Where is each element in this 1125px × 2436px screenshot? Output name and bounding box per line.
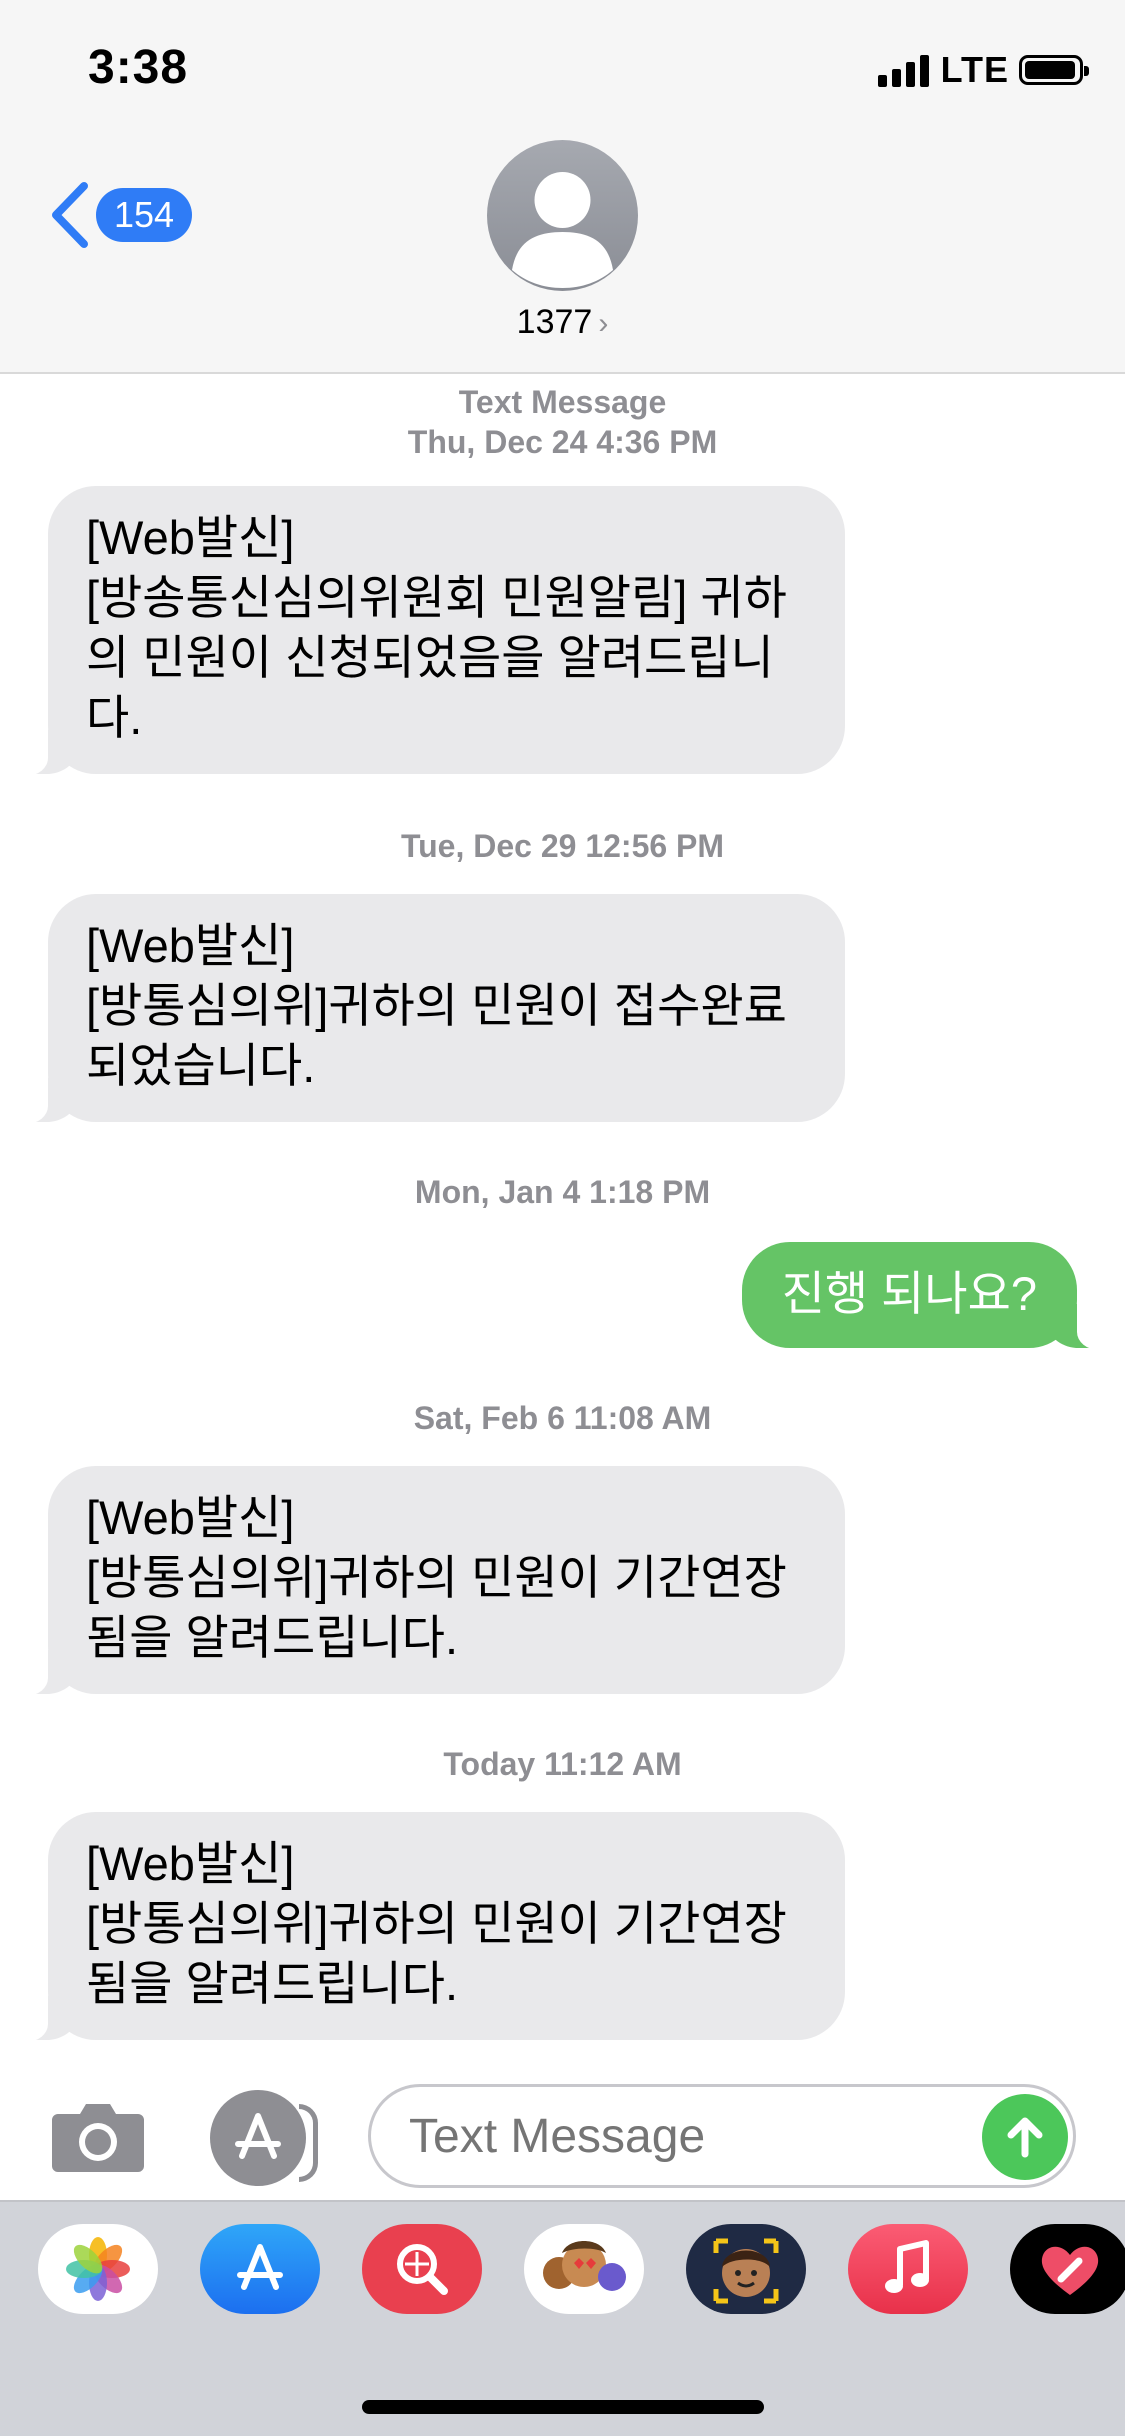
outgoing-message-bubble[interactable]: 진행 되나요? (741, 1242, 1108, 1350)
network-type: LTE (940, 49, 1009, 90)
app-store-icon[interactable] (200, 2224, 320, 2314)
photos-icon[interactable] (38, 2224, 158, 2314)
status-time: 3:38 (88, 41, 189, 94)
message-composer (0, 2070, 1125, 2200)
web-search-icon[interactable] (362, 2224, 482, 2314)
unread-count-badge: 154 (96, 188, 192, 242)
person-icon (512, 172, 613, 288)
app-store-button[interactable] (210, 2090, 318, 2186)
contact-name: 1377 (516, 303, 593, 341)
message-timestamp: Tue, Dec 29 12:56 PM (400, 828, 725, 864)
cellular-signal-icon (877, 53, 929, 87)
incoming-message-bubble[interactable]: [Web발신] [방통심의위]귀하의 민원이 기간연장 됨을 알려드립니다. (18, 1812, 845, 2042)
app-store-icon (235, 2113, 281, 2159)
camera-icon[interactable] (50, 2098, 146, 2174)
incoming-message-bubble[interactable]: [Web발신] [방통심의위]귀하의 민원이 접수완료 되었습니다. (18, 894, 845, 1124)
message-list[interactable]: Text Message Thu, Dec 24 4:36 PM [Web발신]… (0, 372, 1125, 2070)
contact-name-button[interactable]: 1377 › (0, 303, 1125, 342)
arrow-up-icon (1007, 2117, 1043, 2158)
message-timestamp: Today 11:12 AM (443, 1746, 682, 1782)
send-button[interactable] (982, 2094, 1068, 2180)
chevron-right-icon: › (598, 307, 609, 340)
status-indicators: LTE (877, 49, 1089, 90)
home-indicator[interactable] (362, 2400, 764, 2414)
message-timestamp: Sat, Feb 6 11:08 AM (413, 1400, 712, 1436)
chevron-left-icon (52, 182, 88, 248)
battery-icon (1019, 55, 1089, 85)
animoji-stickers-icon[interactable] (524, 2224, 644, 2314)
back-button[interactable]: 154 (48, 180, 192, 250)
incoming-message-bubble[interactable]: [Web발신] [방통심의위]귀하의 민원이 기간연장 됨을 알려드립니다. (18, 1466, 845, 1696)
contact-avatar[interactable] (487, 140, 638, 291)
message-timestamp: Text Message Thu, Dec 24 4:36 PM (407, 384, 718, 460)
message-input[interactable] (368, 2084, 1076, 2188)
memoji-icon[interactable] (686, 2224, 806, 2314)
messages-screen: 3:38 LTE 154 1377 › Text Message Thu, De… (0, 0, 1125, 2436)
conversation-header: 3:38 LTE 154 1377 › (0, 0, 1125, 374)
digital-touch-icon[interactable] (1010, 2224, 1125, 2314)
message-timestamp: Mon, Jan 4 1:18 PM (414, 1174, 711, 1210)
incoming-message-bubble[interactable]: [Web발신] [방송통신심의위원회 민원알림] 귀하 의 민원이 신청되었음을… (18, 486, 845, 776)
music-icon[interactable] (848, 2224, 968, 2314)
